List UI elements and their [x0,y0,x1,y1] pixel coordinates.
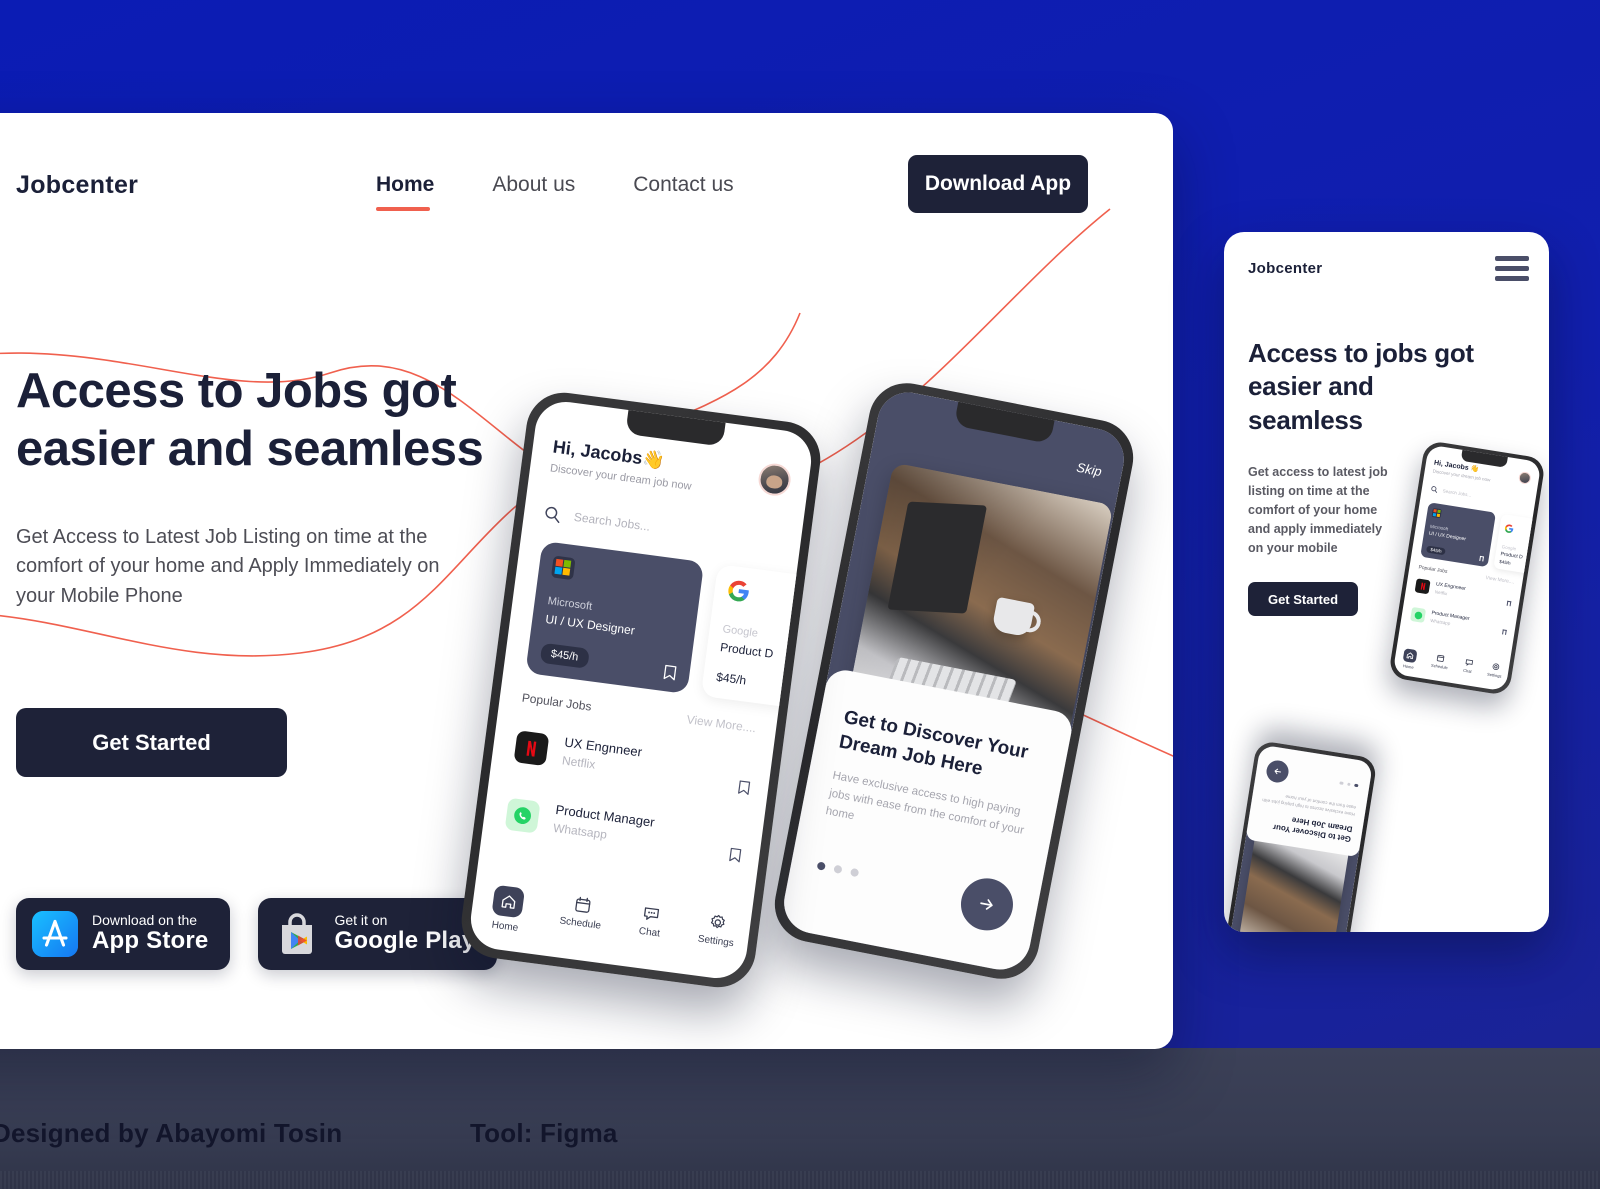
tab-label: Home [490,919,519,934]
google-icon [728,580,749,602]
list-item[interactable]: UX Engnneer Netflix [511,728,753,809]
bookmark-icon[interactable] [663,664,678,682]
get-started-button[interactable]: Get Started [16,708,287,777]
view-more-link[interactable]: View More.... [686,712,757,735]
google-play-icon [282,913,313,954]
hero-paragraph: Get Access to Latest Job Listing on time… [16,525,440,607]
mobile-navbar: Jobcenter [1248,256,1529,281]
job-company: Whatsapp [552,820,608,842]
arrow-right-icon [980,899,993,910]
job-card-microsoft[interactable]: Microsoft UI / UX Designer $45/h [525,540,705,695]
bottom-tab-bar: Home Schedule Chat Settings [489,884,737,962]
job-card-rate: $45/h [715,669,748,688]
bookmark-icon[interactable] [737,780,751,796]
hero-heading: Access to Jobs got easier and seamless [16,364,484,476]
tab-label: Chat [638,925,661,940]
app-store-badge-big: App Store [92,927,209,955]
nav-link-contact-us[interactable]: Contact us [633,173,733,211]
wave-icon: 👋 [641,448,666,472]
store-badges: Download on the App Store Get it on Goog… [16,898,498,970]
nav-links: Home About us Contact us [376,173,734,211]
job-card-role: Product D [719,640,775,661]
mobile-paragraph: Get access to latest job listing on time… [1248,464,1388,555]
calendar-icon [574,896,591,913]
mobile-heading: Access to jobs got easier and seamless [1248,338,1474,435]
home-icon [501,894,515,909]
netflix-icon [513,730,550,767]
tab-settings[interactable]: Settings [697,912,737,949]
mobile-brand-logo: Jobcenter [1248,260,1323,277]
google-play-badge-small: Get it on [334,911,388,928]
credits-bar: Designed by Abayomi Tosin Tool: Figma [0,1118,1600,1189]
tool-credit: Tool: Figma [470,1118,618,1148]
apple-icon [32,911,78,957]
phone-mockup-onboarding: Skip Get to Discover Your Dream Job Here… [768,376,1140,986]
list-item[interactable]: Product Manager Whatsapp [503,796,745,877]
tab-home[interactable]: Home [489,884,526,935]
tab-label: Schedule [558,915,602,932]
google-play-badge-big: Google Play [334,927,476,955]
nav-link-about-us[interactable]: About us [492,173,575,211]
designer-credit: Designed by Abayomi Tosin [0,1118,343,1148]
bookmark-icon[interactable] [728,847,742,863]
search-placeholder: Search Jobs... [573,509,652,534]
microsoft-icon [550,555,576,581]
pagination-dots[interactable] [816,861,860,878]
nav-link-home[interactable]: Home [376,173,434,211]
tab-chat[interactable]: Chat [638,904,663,939]
desktop-navbar: Jobcenter Home About us Contact us Downl… [16,155,1156,225]
onboarding-sheet: Get to Discover Your Dream Job Here Have… [778,666,1075,975]
gear-icon [711,914,726,929]
skip-button[interactable]: Skip [1075,460,1103,480]
job-company: Netflix [561,753,597,772]
job-card-rate: $45/h [539,642,590,669]
app-store-badge[interactable]: Download on the App Store [16,898,231,970]
desktop-mockup-card: Jobcenter Home About us Contact us Downl… [0,113,1173,1049]
mobile-mockup-card: Jobcenter Access to jobs got easier and … [1224,232,1549,932]
brand-logo: Jobcenter [16,171,139,199]
mobile-get-started-button[interactable]: Get Started [1248,582,1358,616]
search-icon [545,506,560,523]
download-app-button[interactable]: Download App [908,155,1088,213]
hamburger-icon[interactable] [1495,256,1529,281]
next-button[interactable] [956,873,1018,935]
whatsapp-icon [504,797,541,834]
tab-schedule[interactable]: Schedule [559,894,605,932]
mobile-phone-mockup-onboarding: Skip Get to Discover Your Dream Job Here… [1224,739,1378,932]
hero-section: Access to Jobs got easier and seamless G… [16,363,536,611]
tab-label: Settings [697,933,735,950]
app-store-badge-small: Download on the [92,911,198,928]
chat-icon [644,907,660,920]
popular-jobs-title: Popular Jobs [521,690,593,714]
